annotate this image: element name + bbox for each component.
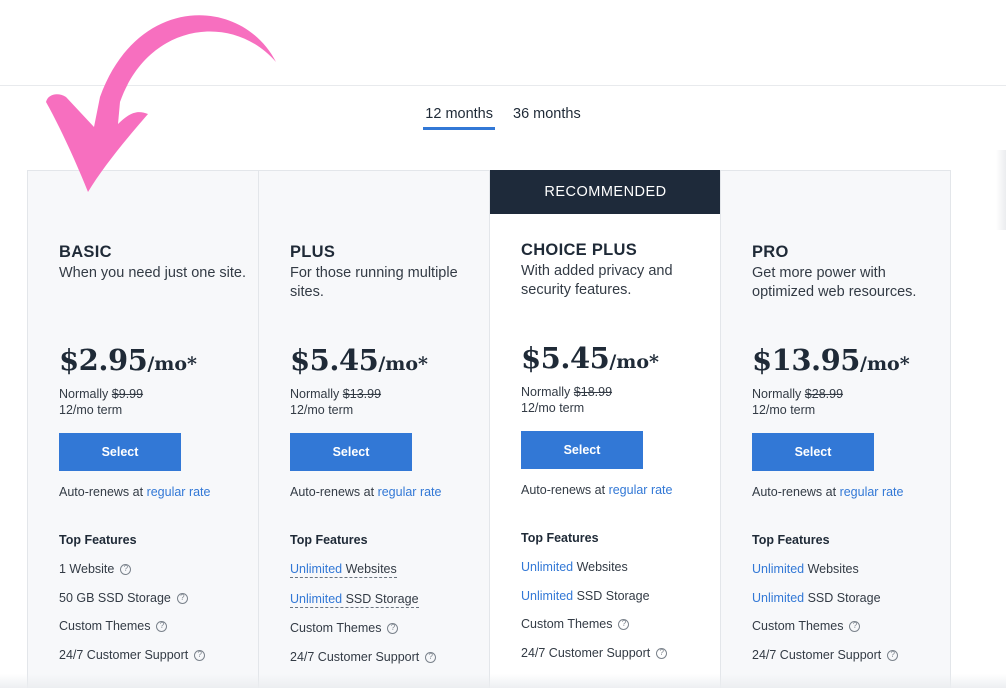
auto-renew-note: Auto-renews at regular rate bbox=[521, 483, 673, 497]
auto-renew-note: Auto-renews at regular rate bbox=[59, 485, 211, 499]
feature-item: 24/7 Customer Support? bbox=[59, 648, 206, 662]
help-circle-icon[interactable]: ? bbox=[387, 622, 399, 634]
normal-price: Normally $9.99 bbox=[59, 387, 144, 401]
plan-price: $5.45/mo* bbox=[521, 341, 659, 375]
plan-name: BASIC bbox=[59, 243, 112, 261]
feature-item: Custom Themes? bbox=[290, 621, 399, 635]
feature-item: 1 Website? bbox=[59, 562, 132, 576]
select-basic-button[interactable]: Select bbox=[59, 433, 181, 471]
bottom-fade bbox=[0, 674, 1006, 688]
feature-item: Unlimited Websites bbox=[521, 560, 628, 574]
regular-rate-link[interactable]: regular rate bbox=[840, 485, 904, 499]
features-title: Top Features bbox=[521, 531, 599, 545]
plans-grid: BASIC When you need just one site. $2.95… bbox=[27, 170, 951, 688]
plan-description: With added privacy and security features… bbox=[521, 263, 673, 298]
plan-card-basic: BASIC When you need just one site. $2.95… bbox=[27, 170, 258, 688]
help-circle-icon[interactable]: ? bbox=[887, 649, 899, 661]
select-choice-plus-button[interactable]: Select bbox=[521, 431, 643, 469]
plan-term: 12/mo term bbox=[752, 403, 816, 417]
features-title: Top Features bbox=[752, 533, 830, 547]
normal-price: Normally $18.99 bbox=[521, 385, 613, 399]
select-plus-button[interactable]: Select bbox=[290, 433, 412, 471]
plan-name: CHOICE PLUS bbox=[521, 241, 638, 259]
feature-item: 24/7 Customer Support? bbox=[290, 650, 437, 664]
help-circle-icon[interactable]: ? bbox=[194, 649, 206, 661]
auto-renew-note: Auto-renews at regular rate bbox=[290, 485, 442, 499]
plan-price: $2.95/mo* bbox=[59, 343, 197, 377]
tab-12-months[interactable]: 12 months bbox=[423, 104, 495, 130]
feature-item: 24/7 Customer Support? bbox=[752, 648, 899, 662]
help-circle-icon[interactable]: ? bbox=[656, 647, 668, 659]
page-edge-shadow bbox=[996, 150, 1006, 230]
feature-item[interactable]: Unlimited SSD Storage bbox=[290, 592, 419, 608]
regular-rate-link[interactable]: regular rate bbox=[609, 483, 673, 497]
feature-item: Unlimited Websites bbox=[752, 562, 859, 576]
help-circle-icon[interactable]: ? bbox=[618, 618, 630, 630]
plan-price: $5.45/mo* bbox=[290, 343, 428, 377]
feature-item: Custom Themes? bbox=[752, 619, 861, 633]
feature-item: Unlimited SSD Storage bbox=[521, 589, 650, 603]
plan-price: $13.95/mo* bbox=[752, 343, 910, 377]
plan-description: For those running multiple sites. bbox=[290, 265, 458, 300]
feature-item[interactable]: Unlimited Websites bbox=[290, 562, 397, 578]
feature-item: Unlimited SSD Storage bbox=[752, 591, 881, 605]
plan-card-choice-plus: RECOMMENDED CHOICE PLUS With added priva… bbox=[489, 170, 721, 688]
plan-card-plus: PLUS For those running multiple sites. $… bbox=[258, 170, 489, 688]
regular-rate-link[interactable]: regular rate bbox=[378, 485, 442, 499]
tab-36-months[interactable]: 36 months bbox=[511, 104, 583, 130]
feature-item: Custom Themes? bbox=[59, 619, 168, 633]
plan-card-pro: PRO Get more power with optimized web re… bbox=[720, 170, 951, 688]
help-circle-icon[interactable]: ? bbox=[425, 651, 437, 663]
auto-renew-note: Auto-renews at regular rate bbox=[752, 485, 904, 499]
plan-name: PRO bbox=[752, 243, 789, 261]
features-title: Top Features bbox=[290, 533, 368, 547]
plan-name: PLUS bbox=[290, 243, 336, 261]
plan-description: Get more power with optimized web resour… bbox=[752, 265, 917, 300]
normal-price: Normally $28.99 bbox=[752, 387, 844, 401]
feature-item: 50 GB SSD Storage? bbox=[59, 591, 188, 605]
plan-term: 12/mo term bbox=[521, 401, 585, 415]
feature-item: Custom Themes? bbox=[521, 617, 630, 631]
regular-rate-link[interactable]: regular rate bbox=[147, 485, 211, 499]
help-circle-icon[interactable]: ? bbox=[156, 620, 168, 632]
features-title: Top Features bbox=[59, 533, 137, 547]
help-circle-icon[interactable]: ? bbox=[176, 592, 188, 604]
select-pro-button[interactable]: Select bbox=[752, 433, 874, 471]
feature-item: 24/7 Customer Support? bbox=[521, 646, 668, 660]
help-circle-icon[interactable]: ? bbox=[849, 620, 861, 632]
recommended-badge: RECOMMENDED bbox=[490, 170, 721, 214]
plan-term: 12/mo term bbox=[290, 403, 354, 417]
curved-arrow-icon bbox=[46, 15, 276, 192]
plan-term: 12/mo term bbox=[59, 403, 123, 417]
help-circle-icon[interactable]: ? bbox=[120, 563, 132, 575]
normal-price: Normally $13.99 bbox=[290, 387, 382, 401]
plan-description: When you need just one site. bbox=[59, 265, 247, 281]
